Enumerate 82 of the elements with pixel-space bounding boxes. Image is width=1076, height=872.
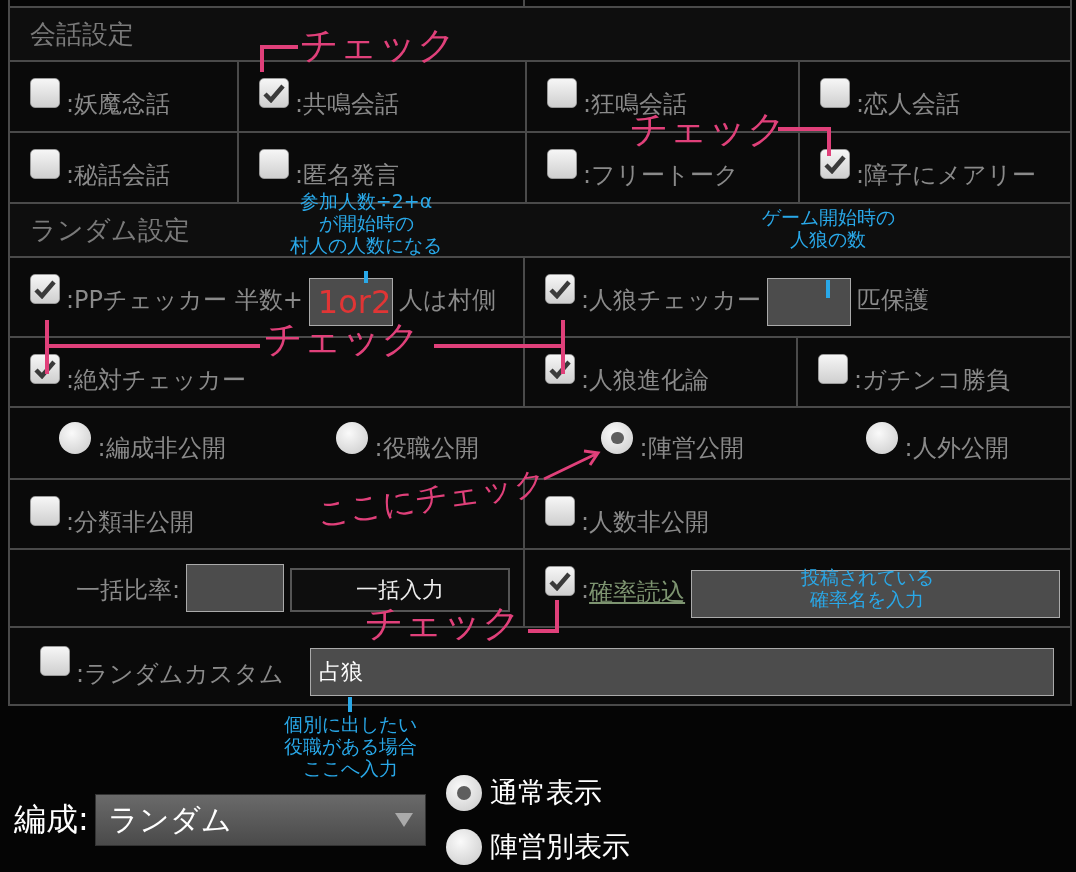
checkbox[interactable] <box>547 78 577 108</box>
checkbox[interactable] <box>818 354 848 384</box>
option-label: :分類非公開 <box>66 507 195 538</box>
number-field[interactable] <box>767 278 852 326</box>
option-label: :人狼進化論 <box>581 365 710 396</box>
checkbox[interactable] <box>545 496 575 526</box>
checkmark-icon <box>549 571 571 591</box>
checkbox[interactable] <box>30 496 60 526</box>
composition-label: 編成: <box>14 799 89 840</box>
callout-text: ここにチェック <box>314 466 549 532</box>
radio-button[interactable] <box>59 422 92 454</box>
checkmark-icon <box>549 279 571 299</box>
checkbox[interactable] <box>30 354 60 384</box>
caret-icon <box>394 813 413 827</box>
callout-text: 役職がある場合 <box>283 735 417 757</box>
option-label: : <box>581 576 590 604</box>
option-label: :人狼チェッカー <box>581 285 762 316</box>
callout-text: チェック <box>300 26 456 66</box>
checkmark-icon <box>34 359 56 379</box>
radio-button[interactable] <box>336 422 369 454</box>
callout-text: 投稿されている <box>800 566 934 588</box>
callout-text: が開始時の <box>318 212 414 234</box>
checkmark-icon <box>34 279 56 299</box>
checkmark-icon <box>549 359 571 379</box>
leader-line <box>364 271 368 283</box>
option-label: :絶対チェッカー <box>66 365 247 396</box>
callout-text: 個別に出したい <box>283 713 417 735</box>
callout-text: ここへ入力 <box>302 757 398 779</box>
option-label: :役職公開 <box>374 433 479 464</box>
checkbox[interactable] <box>820 78 850 108</box>
checkbox[interactable] <box>545 354 575 384</box>
checkbox[interactable] <box>30 149 60 179</box>
option-label: :ランダムカスタム <box>76 659 285 690</box>
option-label: 匹保護 <box>857 285 930 316</box>
callout-text: ゲーム開始時の <box>761 206 895 228</box>
ratio-label: 一括比率: <box>76 575 181 606</box>
ratio-field[interactable] <box>186 564 285 612</box>
option-label: :共鳴会話 <box>295 89 400 120</box>
checkbox[interactable] <box>30 274 60 304</box>
checkbox[interactable] <box>40 646 70 676</box>
option-label: :恋人会話 <box>856 89 961 120</box>
checkbox[interactable] <box>545 274 575 304</box>
option-label: :陣営公開 <box>639 433 744 464</box>
checkmark-icon <box>263 83 285 103</box>
option-label: :人外公開 <box>904 433 1009 464</box>
option-label: :PPチェッカー 半数+ <box>66 285 303 316</box>
option-label: :匿名発言 <box>295 160 400 191</box>
leader-line <box>528 600 560 634</box>
checkbox[interactable] <box>820 149 850 179</box>
callout-text: 確率名を入力 <box>810 588 924 610</box>
option-label: 通常表示 <box>489 775 602 811</box>
option-label: :ガチンコ勝負 <box>854 365 1011 396</box>
option-label: :秘話会話 <box>66 160 171 191</box>
probability-load-link[interactable]: 確率読込 <box>589 578 686 606</box>
callout-text: 参加人数÷2+α <box>299 190 433 212</box>
checkbox[interactable] <box>259 78 289 108</box>
leader-line <box>260 44 300 72</box>
radio-button[interactable] <box>601 422 634 454</box>
option-label: 陣営別表示 <box>489 829 630 865</box>
checkbox[interactable] <box>545 566 575 596</box>
checkbox[interactable] <box>547 149 577 179</box>
option-label: :人数非公開 <box>581 507 710 538</box>
radio-button[interactable] <box>866 422 899 454</box>
radio-button[interactable] <box>445 775 482 811</box>
probability-name-field[interactable] <box>691 570 1060 618</box>
radio-button[interactable] <box>445 829 482 865</box>
checkmark-icon <box>824 154 846 174</box>
option-label: :フリートーク <box>583 160 740 191</box>
checkbox[interactable] <box>30 78 60 108</box>
arrow-icon <box>544 449 600 481</box>
option-label: :妖魔念話 <box>66 89 171 120</box>
composition-select[interactable]: ランダム <box>94 794 426 846</box>
custom-role-field[interactable]: 占狼 <box>310 648 1054 696</box>
option-label: 人は村側 <box>398 285 496 316</box>
option-label: :障子にメアリー <box>856 160 1037 191</box>
option-label: :編成非公開 <box>97 433 226 464</box>
leader-line <box>348 697 352 712</box>
callout-text: 村人の人数になる <box>290 234 442 256</box>
checkbox[interactable] <box>259 149 289 179</box>
leader-line <box>826 280 830 298</box>
leader-line <box>778 126 832 156</box>
callout-text: 人狼の数 <box>790 228 866 250</box>
